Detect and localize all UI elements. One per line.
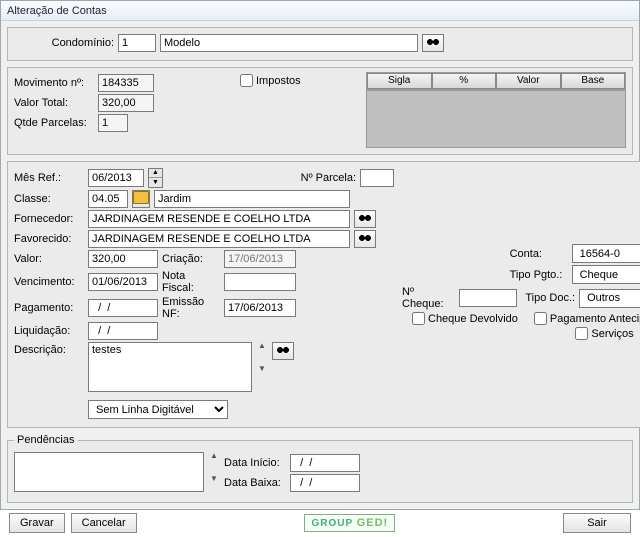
pendencias-legend: Pendências <box>14 434 78 446</box>
valor-label: Valor: <box>14 253 84 265</box>
vencimento-label: Vencimento: <box>14 276 84 288</box>
fornecedor-label: Fornecedor: <box>14 213 84 225</box>
cancelar-button[interactable]: Cancelar <box>71 513 137 533</box>
mesref-label: Mês Ref.: <box>14 172 84 184</box>
condominio-group: Condomínio: <box>7 27 633 61</box>
footer: Gravar Cancelar GROUP GED! Sair <box>7 509 633 537</box>
condominio-label: Condomínio: <box>14 37 114 49</box>
binoculars-icon[interactable] <box>272 342 294 360</box>
mesref-spinner[interactable]: ▲▼ <box>148 168 163 188</box>
classe-code-input[interactable] <box>88 190 128 208</box>
servicos-checkbox[interactable]: Serviços <box>575 327 633 340</box>
datainicio-label: Data Início: <box>224 457 286 469</box>
valortotal-label: Valor Total: <box>14 97 94 109</box>
tipodoc-label: Tipo Doc.: <box>521 292 575 304</box>
databaixa-input[interactable] <box>290 474 360 492</box>
tax-grid-header: Sigla % Valor Base <box>366 72 626 90</box>
down-arrow-icon[interactable]: ▼ <box>208 475 220 484</box>
qtdeparcelas-input <box>98 114 128 132</box>
favorecido-label: Favorecido: <box>14 233 84 245</box>
summary-group: Movimento nº: Valor Total: Qtde Parcelas… <box>7 67 633 155</box>
condominio-name-input[interactable] <box>160 34 418 52</box>
datainicio-input[interactable] <box>290 454 360 472</box>
nparcela-input[interactable] <box>360 169 394 187</box>
binoculars-icon[interactable] <box>354 230 376 248</box>
linha-digitavel-select[interactable]: Sem Linha Digitável <box>88 400 228 419</box>
pagamento-label: Pagamento: <box>14 302 84 314</box>
tab-percent[interactable]: % <box>432 73 497 89</box>
binoculars-icon[interactable] <box>422 34 444 52</box>
conta-label: Conta: <box>510 248 568 260</box>
chequedev-checkbox[interactable]: Cheque Devolvido <box>412 312 518 325</box>
classe-name-input[interactable] <box>154 190 350 208</box>
criacao-input <box>224 250 296 268</box>
up-arrow-icon[interactable]: ▲ <box>208 452 220 461</box>
pendencias-list[interactable] <box>14 452 204 492</box>
conta-select[interactable]: 16564-0 <box>572 244 640 263</box>
fornecedor-input[interactable] <box>88 210 350 228</box>
mesref-input[interactable] <box>88 169 144 187</box>
groupged-button[interactable]: GROUP GED! <box>304 514 395 532</box>
impostos-checkbox[interactable]: Impostos <box>240 74 301 87</box>
binoculars-icon[interactable] <box>354 210 376 228</box>
tipopgto-select[interactable]: Cheque <box>572 265 640 284</box>
tab-base[interactable]: Base <box>561 73 626 89</box>
liquidacao-input[interactable] <box>88 322 158 340</box>
vencimento-input[interactable] <box>88 273 158 291</box>
favorecido-input[interactable] <box>88 230 350 248</box>
emissaonf-label: Emissão NF: <box>162 296 220 320</box>
pagantecip-checkbox[interactable]: Pagamento Antecipado <box>534 312 640 325</box>
tax-grid-body <box>366 90 626 148</box>
ncheque-label: Nº Cheque: <box>402 286 455 310</box>
movimento-input <box>98 74 154 92</box>
emissaonf-input[interactable] <box>224 299 296 317</box>
valortotal-input <box>98 94 154 112</box>
descricao-label: Descrição: <box>14 342 84 356</box>
window-title: Alteração de Contas <box>1 1 639 21</box>
databaixa-label: Data Baixa: <box>224 477 286 489</box>
liquidacao-label: Liquidação: <box>14 325 84 337</box>
pagamento-input[interactable] <box>88 299 158 317</box>
up-arrow-icon[interactable]: ▲ <box>256 342 268 351</box>
movimento-label: Movimento nº: <box>14 77 94 89</box>
notafiscal-input[interactable] <box>224 273 296 291</box>
tipodoc-select[interactable]: Outros <box>579 289 640 308</box>
ncheque-input[interactable] <box>459 289 517 307</box>
pendencias-group: Pendências ▲ ▼ Data Início: Data Baixa: <box>7 434 633 503</box>
nparcela-label: Nº Parcela: <box>301 172 356 184</box>
sair-button[interactable]: Sair <box>563 513 631 533</box>
descricao-textarea[interactable]: testes <box>88 342 252 392</box>
qtdeparcelas-label: Qtde Parcelas: <box>14 117 94 129</box>
valor-input[interactable] <box>88 250 158 268</box>
classe-label: Classe: <box>14 193 84 205</box>
impostos-label: Impostos <box>256 75 301 87</box>
tipopgto-label: Tipo Pgto.: <box>510 269 568 281</box>
tab-sigla[interactable]: Sigla <box>367 73 432 89</box>
tab-valor[interactable]: Valor <box>496 73 561 89</box>
notafiscal-label: Nota Fiscal: <box>162 270 220 294</box>
criacao-label: Criação: <box>162 253 220 265</box>
folder-icon[interactable] <box>132 190 150 208</box>
condominio-num-input[interactable] <box>118 34 156 52</box>
gravar-button[interactable]: Gravar <box>9 513 65 533</box>
down-arrow-icon[interactable]: ▼ <box>256 365 268 374</box>
main-form-group: Mês Ref.: ▲▼ Nº Parcela: Classe: <box>7 161 640 428</box>
